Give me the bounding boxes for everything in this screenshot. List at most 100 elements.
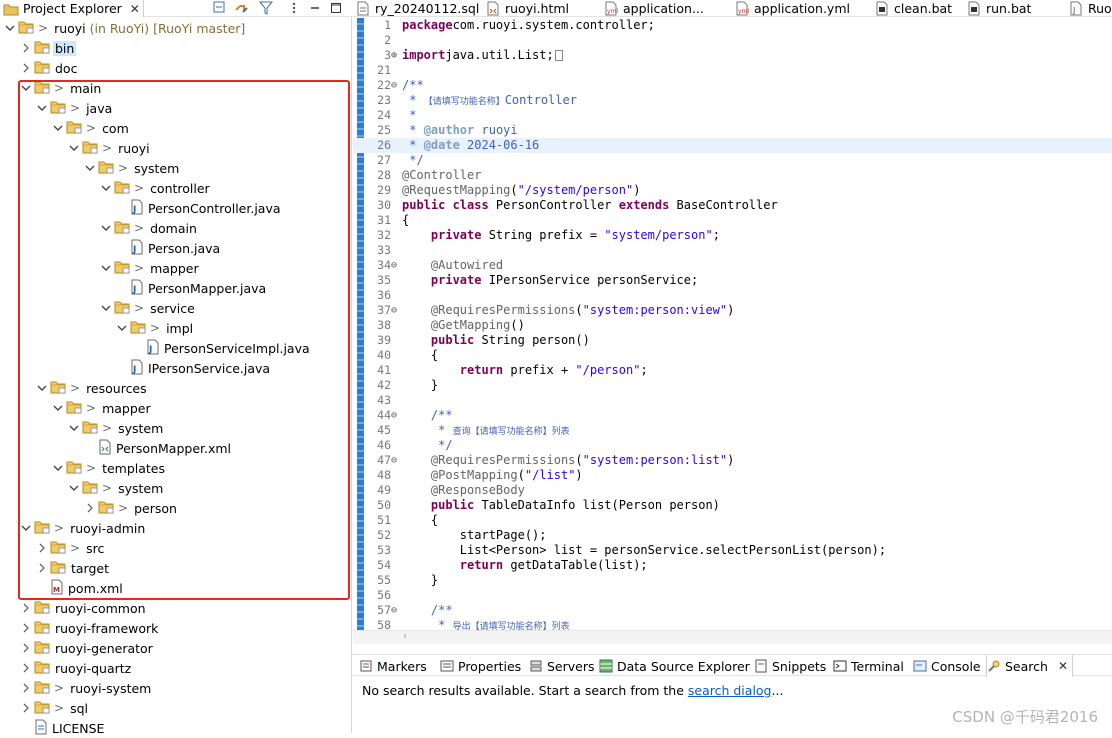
tree-item[interactable]: bin xyxy=(0,38,352,58)
filter-icon[interactable] xyxy=(257,0,275,16)
chevron-right-icon[interactable] xyxy=(20,42,32,54)
editor-tab[interactable]: ruoyi.html xyxy=(487,0,569,17)
bottom-tab[interactable]: Terminal xyxy=(833,655,904,677)
link-with-editor-icon[interactable] xyxy=(233,0,251,16)
fold-collapse-icon[interactable]: ⊖ xyxy=(391,453,397,468)
tree-item[interactable]: > person xyxy=(0,498,352,518)
chevron-down-icon[interactable] xyxy=(100,222,112,234)
chevron-right-icon[interactable] xyxy=(20,62,32,74)
chevron-down-icon[interactable] xyxy=(36,102,48,114)
chevron-down-icon[interactable] xyxy=(20,82,32,94)
close-icon[interactable]: ✕ xyxy=(1058,659,1068,673)
bottom-tab[interactable]: Snippets xyxy=(754,655,826,677)
chevron-right-icon[interactable] xyxy=(20,702,32,714)
tree-item[interactable]: > ruoyi-admin xyxy=(0,518,352,538)
chevron-down-icon[interactable] xyxy=(68,142,80,154)
tree-item[interactable]: > resources xyxy=(0,378,352,398)
chevron-right-icon[interactable] xyxy=(36,562,48,574)
bottom-tab[interactable]: Servers xyxy=(529,655,595,677)
fold-expand-icon[interactable]: ⊕ xyxy=(391,48,397,63)
tree-item[interactable]: > system xyxy=(0,418,352,438)
chevron-down-icon[interactable] xyxy=(68,482,80,494)
bottom-tab[interactable]: Search ✕ xyxy=(986,655,1074,677)
tree-item[interactable]: > src xyxy=(0,538,352,558)
editor-tab[interactable]: yml application.yml xyxy=(736,0,850,17)
bottom-tab[interactable]: Console xyxy=(913,655,981,677)
chevron-right-icon[interactable] xyxy=(20,642,32,654)
chevron-right-icon[interactable] xyxy=(36,542,48,554)
tree-item[interactable]: PersonMapper.xml xyxy=(0,438,352,458)
tree-item[interactable]: > controller xyxy=(0,178,352,198)
chevron-down-icon[interactable] xyxy=(100,182,112,194)
tree-item[interactable]: > templates xyxy=(0,458,352,478)
code-editor[interactable]: 1 packagecom.ruoyi.system.controller; 2 3 ⊕ i… xyxy=(353,18,1112,630)
chevron-right-icon[interactable] xyxy=(20,622,32,634)
tree-item[interactable]: target xyxy=(0,558,352,578)
chevron-right-icon[interactable] xyxy=(20,682,32,694)
tree-item[interactable]: > main xyxy=(0,78,352,98)
scroll-left-icon[interactable]: ‹ xyxy=(403,631,407,642)
chevron-down-icon[interactable] xyxy=(52,122,64,134)
chevron-down-icon[interactable] xyxy=(52,462,64,474)
tree-item[interactable]: > java xyxy=(0,98,352,118)
tree-item[interactable]: > impl xyxy=(0,318,352,338)
tree-item[interactable]: ruoyi-framework xyxy=(0,618,352,638)
tree-item[interactable]: doc xyxy=(0,58,352,78)
tree-item[interactable]: J Person.java xyxy=(0,238,352,258)
editor-tab[interactable]: J RuoYi xyxy=(1070,0,1112,17)
tree-item[interactable]: > system xyxy=(0,478,352,498)
chevron-down-icon[interactable] xyxy=(4,22,16,34)
tree-item[interactable]: LICENSE xyxy=(0,718,352,738)
chevron-down-icon[interactable] xyxy=(36,382,48,394)
tree-item[interactable]: Mpom.xml xyxy=(0,578,352,598)
tree-item[interactable]: ruoyi-common xyxy=(0,598,352,618)
bottom-tab[interactable]: Data Source Explorer xyxy=(599,655,750,677)
tree-item[interactable]: J PersonServiceImpl.java xyxy=(0,338,352,358)
editor-tab[interactable]: yml application... xyxy=(605,0,704,17)
tree-item[interactable]: > ruoyi xyxy=(0,138,352,158)
maximize-icon[interactable] xyxy=(327,0,345,16)
tree-item[interactable]: > sql xyxy=(0,698,352,718)
fold-collapse-icon[interactable]: ⊖ xyxy=(391,603,397,618)
tree-item[interactable]: > service xyxy=(0,298,352,318)
tree-item[interactable]: J PersonMapper.java xyxy=(0,278,352,298)
tree-item[interactable]: J IPersonService.java xyxy=(0,358,352,378)
chevron-down-icon[interactable] xyxy=(100,302,112,314)
chevron-down-icon[interactable] xyxy=(52,402,64,414)
tree-item[interactable]: J PersonController.java xyxy=(0,198,352,218)
chevron-down-icon[interactable] xyxy=(116,322,128,334)
tree-item[interactable]: > mapper xyxy=(0,398,352,418)
tree-item[interactable]: > com xyxy=(0,118,352,138)
bottom-tab[interactable]: Markers xyxy=(359,655,427,677)
fold-collapse-icon[interactable]: ⊖ xyxy=(391,78,397,93)
minimize-icon[interactable] xyxy=(306,0,324,16)
tree-item[interactable]: > mapper xyxy=(0,258,352,278)
editor-tab[interactable]: run.bat xyxy=(968,0,1031,17)
bottom-tab[interactable]: Properties xyxy=(440,655,521,677)
tree-item[interactable]: > system xyxy=(0,158,352,178)
fold-collapse-icon[interactable]: ⊖ xyxy=(391,303,397,318)
tree-item[interactable]: ruoyi-generator xyxy=(0,638,352,658)
tree-item[interactable]: ruoyi-quartz xyxy=(0,658,352,678)
search-dialog-link[interactable]: search dialog xyxy=(688,683,772,698)
chevron-right-icon[interactable] xyxy=(20,602,32,614)
close-icon[interactable]: ✕ xyxy=(130,2,140,16)
tree-item[interactable]: > ruoyi (in RuoYi) [RuoYi master] xyxy=(0,18,352,38)
chevron-down-icon[interactable] xyxy=(20,522,32,534)
fold-collapse-icon[interactable]: ⊖ xyxy=(391,258,397,273)
collapse-all-icon[interactable] xyxy=(211,0,229,16)
horizontal-scrollbar[interactable]: ‹ xyxy=(353,630,1112,644)
tree-item[interactable]: > ruoyi-system xyxy=(0,678,352,698)
chevron-down-icon[interactable] xyxy=(84,162,96,174)
project-explorer-tab[interactable]: Project Explorer ✕ xyxy=(0,0,144,17)
fold-collapse-icon[interactable]: ⊖ xyxy=(391,408,397,423)
editor-tab[interactable]: ry_20240112.sql xyxy=(357,0,479,17)
view-menu-icon[interactable] xyxy=(285,0,303,16)
chevron-right-icon[interactable] xyxy=(84,502,96,514)
editor-tab[interactable]: clean.bat xyxy=(876,0,952,17)
folded-code-marker[interactable] xyxy=(554,50,563,61)
chevron-down-icon[interactable] xyxy=(68,422,80,434)
chevron-right-icon[interactable] xyxy=(20,662,32,674)
chevron-down-icon[interactable] xyxy=(100,262,112,274)
tree-item[interactable]: > domain xyxy=(0,218,352,238)
